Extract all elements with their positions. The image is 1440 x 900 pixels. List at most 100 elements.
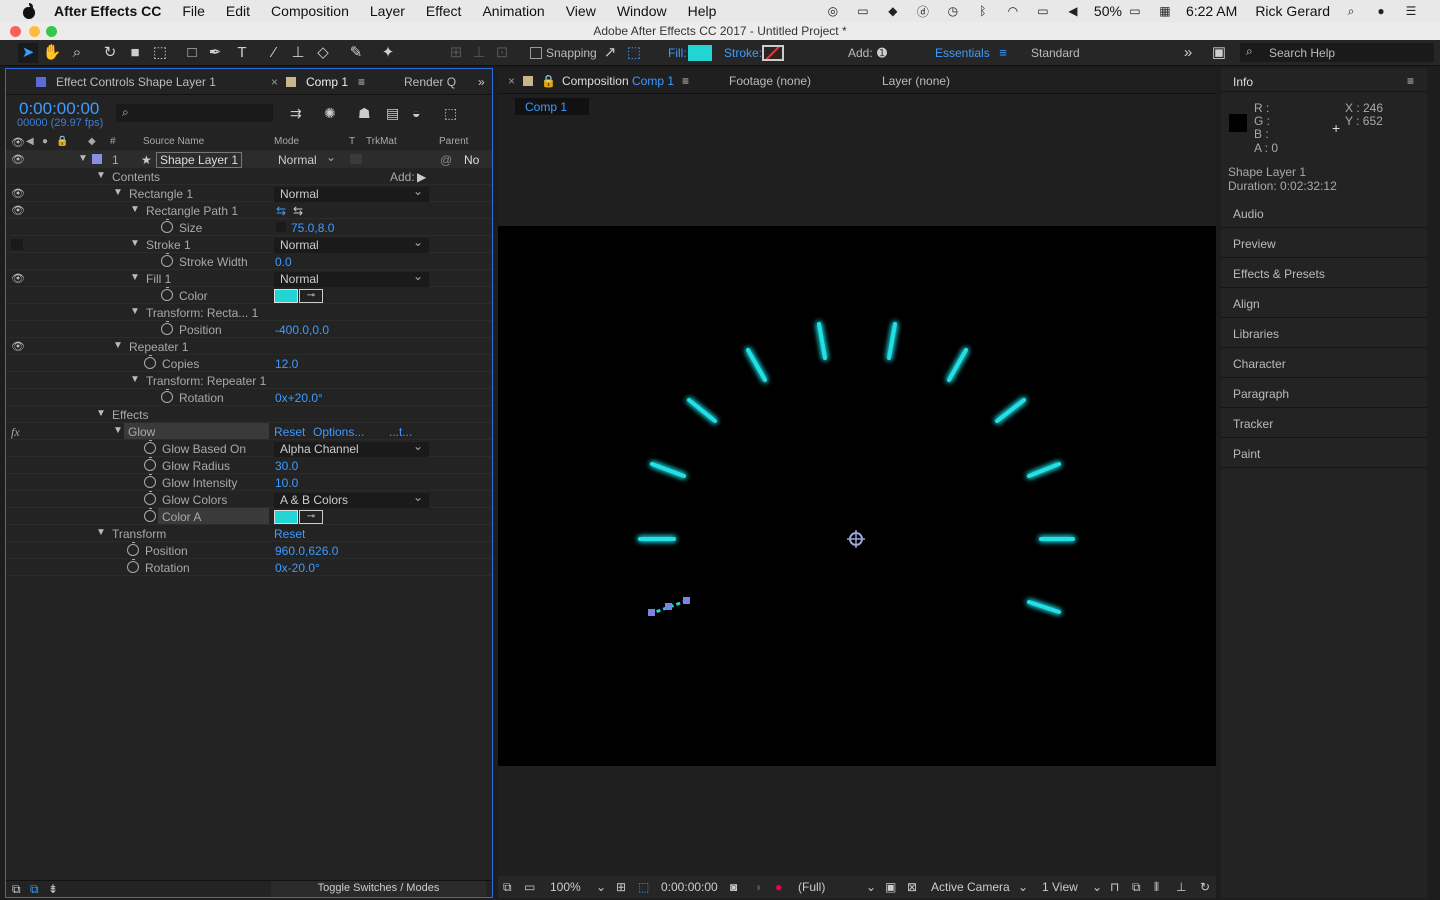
view-axis-icon[interactable]: ⊡ [492, 43, 512, 63]
camera-chevron-icon[interactable]: ⌄ [1018, 880, 1028, 894]
sync-settings-icon[interactable]: ▣ [1209, 43, 1229, 63]
rotate-tool-icon[interactable]: ↻ [100, 43, 120, 63]
shape-tool-icon[interactable]: □ [182, 43, 202, 63]
fill-mode-dropdown[interactable]: Normal [274, 269, 429, 287]
rectangle-path-expand-icon[interactable]: ▼ [130, 204, 140, 215]
eraser-tool-icon[interactable]: ◇ [313, 43, 333, 63]
layer-name[interactable]: Shape Layer 1 [156, 152, 243, 168]
rectangle-path-visibility-icon[interactable]: 👁 [11, 204, 25, 217]
rect-position-value[interactable]: -400.0,0.0 [275, 323, 329, 337]
time-machine-icon[interactable]: ◷ [944, 4, 962, 18]
layer-mode-dropdown[interactable]: Normal [272, 150, 342, 168]
tab-menu-icon[interactable]: ≡ [358, 75, 365, 89]
menu-edit[interactable]: Edit [226, 3, 250, 19]
safe-zones-icon[interactable]: ⊞ [616, 880, 626, 894]
glow-colors-stopwatch-icon[interactable] [144, 491, 156, 505]
transform-repeater-row[interactable]: ▼ Transform: Repeater 1 [6, 372, 492, 389]
clone-stamp-tool-icon[interactable]: ⊥ [288, 43, 308, 63]
magnification-chevron-icon[interactable]: ⌄ [596, 880, 606, 894]
creative-cloud-icon[interactable]: ◎ [824, 4, 842, 18]
fill-swatch[interactable] [688, 45, 712, 61]
transform-position-row[interactable]: Position 960.0,626.0 [6, 542, 492, 559]
toggle-transparency-icon[interactable]: ⊠ [907, 880, 917, 894]
video-toggle-icon[interactable]: 👁 [11, 136, 25, 149]
lock-toggle-icon[interactable]: 🔒 [56, 136, 68, 147]
fill-group-row[interactable]: 👁 ▼ Fill 1 Normal [6, 269, 492, 287]
stroke-width-row[interactable]: Stroke Width 0.0 [6, 253, 492, 270]
d-icon[interactable]: ⓓ [914, 4, 932, 19]
color-a-eyedropper-icon[interactable]: ⊸ [299, 510, 323, 524]
layer-search-input[interactable]: ⌕ [116, 104, 273, 122]
layer-visibility-icon[interactable]: 👁 [11, 153, 25, 166]
stroke-swatch[interactable] [762, 45, 784, 61]
pen-tool-icon[interactable]: ✒ [205, 43, 225, 63]
pickwhip-icon[interactable]: @ [440, 153, 452, 167]
hand-tool-icon[interactable]: ✋ [42, 43, 62, 63]
reset-exposure-icon[interactable]: ↻ [1200, 880, 1210, 894]
color-a-stopwatch-icon[interactable] [144, 508, 156, 522]
copies-row[interactable]: Copies 12.0 [6, 355, 492, 372]
stroke-label[interactable]: Stroke: [724, 46, 762, 60]
repeater-rotation-value[interactable]: 0x+20.0° [275, 391, 323, 405]
snap-edge-icon[interactable]: ↗ [600, 43, 620, 63]
stroke-expand-icon[interactable]: ▼ [130, 238, 140, 249]
glow-based-stopwatch-icon[interactable] [144, 440, 156, 454]
fill-label[interactable]: Fill: [668, 46, 687, 60]
airplay-icon[interactable]: ▭ [1034, 4, 1052, 18]
transform-rotation-row[interactable]: Rotation 0x-20.0° [6, 559, 492, 576]
tab-footage[interactable]: Footage (none) [729, 74, 811, 88]
add-contents-icon[interactable]: ▶ [417, 170, 426, 184]
panel-align[interactable]: Align [1221, 289, 1427, 318]
composition-viewer[interactable] [498, 226, 1216, 766]
info-menu-icon[interactable]: ≡ [1407, 74, 1414, 88]
size-row[interactable]: Size 75.0,8.0 [6, 219, 492, 236]
fast-previews-icon[interactable]: ⧉ [1132, 880, 1141, 895]
resolution-dropdown[interactable]: (Full) [798, 880, 825, 894]
timeline-icon[interactable]: ⫴ [1154, 880, 1159, 895]
comp-flowchart-icon[interactable]: ⇉ [290, 105, 302, 122]
stroke-width-stopwatch-icon[interactable] [161, 253, 173, 267]
stroke-group-row[interactable]: ▼ Stroke 1 Normal [6, 235, 492, 253]
toggle-switches-button[interactable]: Toggle Switches / Modes [271, 881, 486, 897]
layer-expand-icon[interactable]: ▼ [78, 153, 88, 164]
menu-layer[interactable]: Layer [370, 3, 405, 19]
panel-paint[interactable]: Paint [1221, 439, 1427, 468]
fx-toggle-icon[interactable]: fx [11, 425, 20, 440]
preserve-transparency-checkbox[interactable] [350, 154, 362, 164]
color-a-row[interactable]: Color A ⊸ [6, 508, 492, 525]
more-tabs-icon[interactable]: » [478, 75, 485, 89]
flowchart-icon[interactable]: ⊥ [1176, 880, 1186, 894]
in-out-icon[interactable]: ⇟ [48, 882, 58, 896]
panel-paragraph[interactable]: Paragraph [1221, 379, 1427, 408]
glow-reset-link[interactable]: Reset [274, 425, 305, 439]
audio-toggle-icon[interactable]: ◀ [26, 136, 34, 147]
glow-label[interactable]: Glow [124, 423, 269, 439]
transfer-controls-icon[interactable]: ⧉ [30, 882, 39, 897]
glow-intensity-row[interactable]: Glow Intensity 10.0 [6, 474, 492, 491]
notification-center-icon[interactable]: ☰ [1402, 4, 1420, 18]
eyedropper-icon[interactable]: ⊸ [299, 289, 323, 303]
transform-position-stopwatch-icon[interactable] [127, 542, 139, 556]
snapping-checkbox[interactable] [530, 47, 542, 59]
show-snapshot-icon[interactable]: ◑ [754, 880, 761, 894]
rectangle-group-row[interactable]: 👁 ▼ Rectangle 1 Normal [6, 184, 492, 202]
rect-position-row[interactable]: Position -400.0,0.0 [6, 321, 492, 338]
color-a-swatch[interactable] [274, 510, 298, 524]
zoom-window-button[interactable] [46, 26, 57, 37]
terminal-icon[interactable]: ▭ [854, 4, 872, 18]
fill-expand-icon[interactable]: ▼ [130, 272, 140, 283]
selected-rectangle[interactable] [648, 597, 690, 616]
repeater-expand-icon[interactable]: ▼ [113, 340, 123, 351]
menu-help[interactable]: Help [688, 3, 717, 19]
comp-navigator-button[interactable]: Comp 1 [515, 98, 589, 115]
views-chevron-icon[interactable]: ⌄ [1092, 880, 1102, 894]
viewer-timecode[interactable]: 0:00:00:00 [661, 880, 718, 894]
panel-character[interactable]: Character [1221, 349, 1427, 378]
stroke-width-value[interactable]: 0.0 [275, 255, 292, 269]
camera-tool-icon[interactable]: ■ [125, 43, 145, 63]
add-menu-icon[interactable]: ➊ [872, 43, 892, 63]
fill-color-swatch[interactable] [274, 289, 298, 303]
panel-effects-presets[interactable]: Effects & Presets [1221, 259, 1427, 288]
search-help-field[interactable]: ⌕ Search Help [1240, 43, 1434, 62]
wifi-icon[interactable]: ◠ [1004, 4, 1022, 18]
